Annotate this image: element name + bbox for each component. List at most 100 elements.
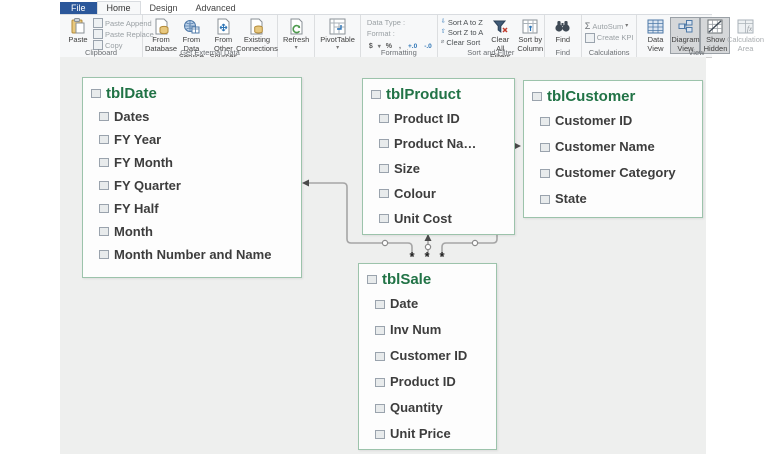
field-row[interactable]: Month	[83, 220, 301, 243]
refresh-button[interactable]: Refresh ▾	[281, 17, 311, 53]
one-end-marker	[471, 239, 479, 247]
field-row[interactable]: Month Number and Name	[83, 243, 301, 266]
table-header[interactable]: tblCustomer	[524, 81, 702, 108]
field-icon	[379, 114, 389, 123]
field-name: Product ID	[390, 374, 456, 389]
cardinality-many-1: *	[409, 249, 415, 264]
field-name: Size	[394, 161, 421, 176]
group-pivottable: PivotTable ▾	[315, 15, 361, 57]
field-row[interactable]: Date	[359, 291, 496, 317]
binoculars-icon	[554, 18, 571, 35]
paste-icon	[70, 18, 86, 35]
table-header[interactable]: tblSale	[359, 264, 496, 291]
tab-advanced[interactable]: Advanced	[187, 2, 245, 14]
field-icon	[540, 142, 550, 152]
field-icon	[99, 135, 109, 144]
field-row[interactable]: FY Quarter	[83, 174, 301, 197]
filter-arrow-to-tbldate	[302, 179, 309, 187]
field-row[interactable]: Quantity	[359, 395, 496, 421]
field-row[interactable]: FY Half	[83, 197, 301, 220]
field-row[interactable]: Product Na…	[363, 131, 514, 156]
sort-a-to-z-label: Sort A to Z	[447, 18, 483, 27]
field-name: Month	[114, 224, 153, 239]
field-name: Product Na…	[394, 136, 477, 151]
field-icon	[375, 351, 385, 361]
clear-sort-button[interactable]: ⌀ Clear Sort	[441, 38, 483, 47]
relationship-sale-product[interactable]: *	[424, 234, 432, 264]
autosum-dropdown-icon[interactable]: ▾	[625, 23, 628, 30]
sort-az-icon: ⇩	[440, 18, 446, 25]
field-row[interactable]: FY Year	[83, 128, 301, 151]
field-row[interactable]: FY Month	[83, 151, 301, 174]
field-row[interactable]: Dates	[83, 105, 301, 128]
field-name: Quantity	[390, 400, 443, 415]
table-icon	[371, 90, 381, 99]
table-icon	[91, 89, 101, 98]
field-icon	[540, 194, 550, 204]
field-row[interactable]: Colour	[363, 181, 514, 206]
group-label-find: Find	[555, 48, 571, 57]
field-icon	[99, 158, 109, 167]
create-kpi-button[interactable]: Create KPI	[584, 32, 633, 43]
field-icon	[99, 227, 109, 236]
group-refresh: Refresh ▾	[278, 15, 316, 57]
autosum-button[interactable]: Σ AutoSum ▾	[585, 21, 634, 32]
autosum-icon: Σ	[584, 21, 591, 31]
field-icon	[379, 189, 389, 198]
field-row[interactable]: Product ID	[363, 106, 514, 131]
table-tblsale[interactable]: tblSale Date Inv Num Customer ID Product…	[358, 263, 497, 450]
field-name: FY Quarter	[114, 178, 181, 193]
one-end-marker	[424, 243, 432, 251]
field-row[interactable]: Size	[363, 156, 514, 181]
field-name: Date	[390, 296, 419, 311]
tab-file[interactable]: File	[60, 2, 97, 14]
group-label-view: View	[688, 48, 705, 57]
create-kpi-icon	[584, 32, 595, 43]
paste-button[interactable]: Paste	[63, 17, 93, 46]
field-row[interactable]: Customer ID	[359, 343, 496, 369]
field-icon	[375, 377, 385, 387]
field-icon	[540, 168, 550, 178]
group-label-formatting: Formatting	[380, 48, 417, 57]
powerpivot-window: { "ribbon": { "tabs": [ {"label": "File"…	[0, 0, 768, 454]
field-row[interactable]: Customer ID	[524, 108, 702, 134]
sort-a-to-z-button[interactable]: ⇩ Sort A to Z	[441, 18, 483, 27]
field-icon	[375, 325, 385, 335]
field-row[interactable]: Product ID	[359, 369, 496, 395]
find-button[interactable]: Find	[548, 17, 578, 46]
table-header[interactable]: tblDate	[83, 78, 301, 105]
field-row[interactable]: Customer Category	[524, 160, 702, 186]
table-tblproduct[interactable]: tblProduct Product ID Product Na… Size C…	[362, 78, 515, 235]
filter-arrow-to-tblproduct	[424, 234, 432, 241]
cardinality-many-2: *	[424, 249, 430, 264]
group-label-clipboard: Clipboard	[84, 48, 118, 57]
pivottable-button[interactable]: PivotTable ▾	[318, 17, 357, 53]
table-name: tblSale	[382, 271, 432, 288]
field-icon	[99, 204, 109, 213]
find-label: Find	[555, 35, 571, 44]
table-tblcustomer[interactable]: tblCustomer Customer ID Customer Name Cu…	[523, 80, 703, 218]
diagram-view-icon	[677, 18, 694, 35]
field-row[interactable]: Unit Cost	[363, 206, 514, 231]
field-icon	[99, 181, 109, 190]
tab-design[interactable]: Design	[141, 2, 187, 14]
pivottable-dropdown-icon[interactable]: ▾	[336, 45, 339, 52]
field-icon	[379, 139, 389, 148]
field-row[interactable]: Unit Price	[359, 421, 496, 447]
field-row[interactable]: Inv Num	[359, 317, 496, 343]
data-service-icon	[183, 18, 200, 35]
tab-home[interactable]: Home	[96, 1, 141, 14]
field-icon	[99, 112, 109, 121]
field-row[interactable]: Customer Name	[524, 134, 702, 160]
sort-z-to-a-button[interactable]: ⇧ Sort Z to A	[441, 28, 483, 37]
table-tbldate[interactable]: tblDate Dates FY Year FY Month FY Quarte…	[82, 77, 302, 278]
paste-replace-icon	[93, 29, 103, 39]
table-header[interactable]: tblProduct	[363, 79, 514, 106]
data-view-icon	[647, 18, 664, 35]
group-formatting: Data Type : Format : $ ▾ % , +.0 -.0 For…	[361, 15, 438, 57]
group-find: Find Find	[545, 15, 582, 57]
refresh-dropdown-icon[interactable]: ▾	[295, 45, 298, 52]
field-row[interactable]: State	[524, 186, 702, 212]
pivottable-icon	[329, 18, 346, 35]
diagram-canvas[interactable]: * * * tblDate Dates FY Year FY Month FY …	[60, 57, 706, 454]
